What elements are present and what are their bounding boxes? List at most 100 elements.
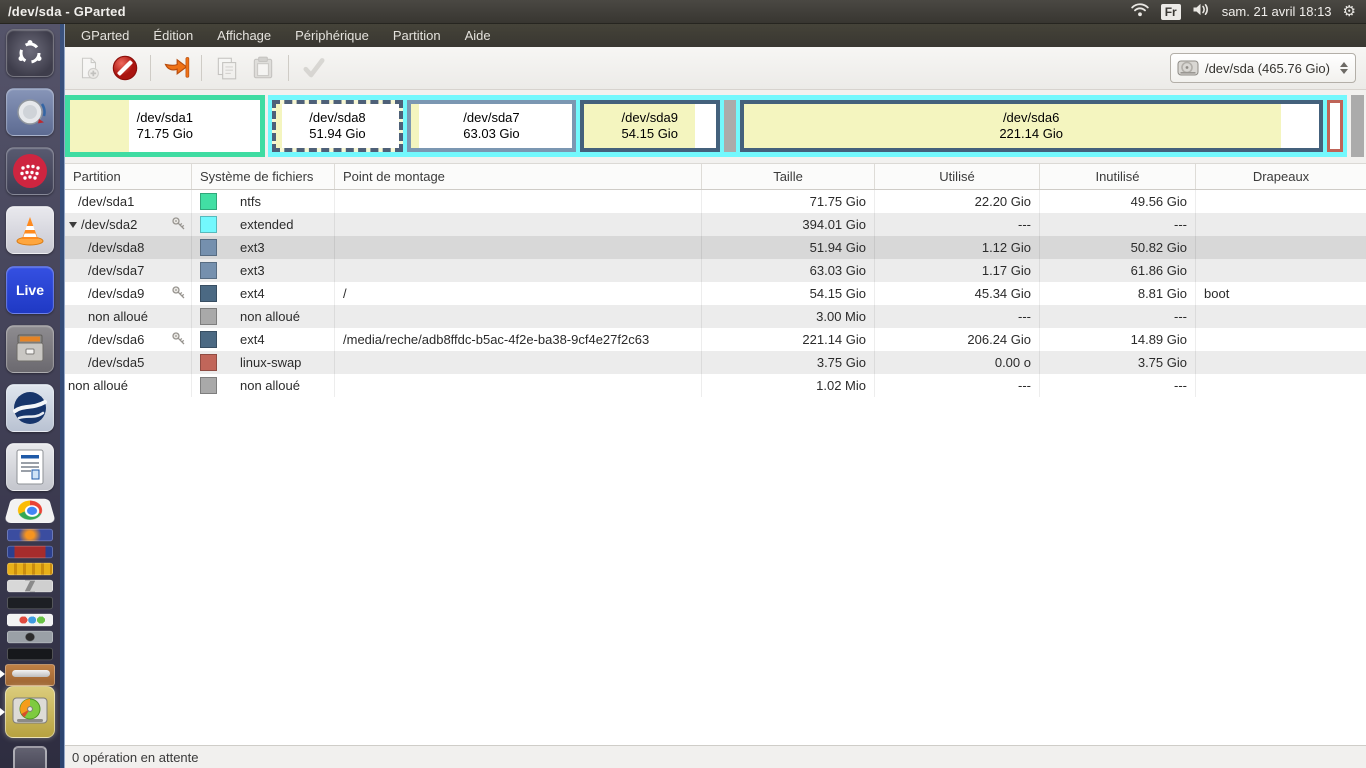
diskbar-segment-sda1[interactable]: /dev/sda1 71.75 Gio [65,95,265,157]
menu-gparted[interactable]: GParted [69,24,141,47]
unused-value: 3.75 Gio [1040,351,1196,374]
table-row-sda5[interactable]: /dev/sda5 linux-swap 3.75 Gio 0.00 o 3.7… [65,351,1366,374]
col-flags[interactable]: Drapeaux [1196,164,1366,189]
device-selector[interactable]: /dev/sda (465.76 Gio) [1169,53,1356,83]
file-cabinet-icon[interactable] [6,325,54,373]
col-mountpoint[interactable]: Point de montage [335,164,702,189]
copy-button[interactable] [209,51,245,85]
vlc-icon[interactable] [6,206,54,254]
gparted-launcher-icon[interactable] [5,686,55,738]
device-selector-value: /dev/sda (465.76 Gio) [1204,60,1330,76]
fs-color-swatch [200,285,217,302]
folded-tool-app-icon[interactable] [7,579,53,593]
folded-app-icon[interactable] [7,647,53,661]
session-gear-icon[interactable]: ⚙ [1343,4,1356,19]
folded-app-icon[interactable] [7,562,53,576]
folded-colors-app-icon[interactable] [7,613,53,627]
fs-color-swatch [200,216,217,233]
diskbar-segment-sda6[interactable]: /dev/sda6 221.14 Gio [739,100,1323,152]
used-value: --- [875,305,1040,328]
clock[interactable]: sam. 21 avril 18:13 [1222,4,1332,19]
segment-name: /dev/sda8 [309,109,366,125]
fs-color-swatch [200,308,217,325]
partition-name: /dev/sda2 [81,217,138,232]
panel-indicators: Fr sam. 21 avril 18:13 ⚙ [1130,2,1366,22]
table-row-unallocated[interactable]: non alloué non alloué 3.00 Mio --- --- [65,305,1366,328]
partition-table: Partition Système de fichiers Point de m… [65,163,1366,397]
table-row-sda1[interactable]: /dev/sda1 ntfs 71.75 Gio 22.20 Gio 49.56… [65,190,1366,213]
unity-launcher: Live [0,24,60,768]
device-selector-spinner[interactable] [1340,62,1348,74]
delete-partition-button[interactable] [107,51,143,85]
menu-edition[interactable]: Édition [141,24,205,47]
menu-partition[interactable]: Partition [381,24,453,47]
col-size[interactable]: Taille [702,164,875,189]
keyboard-layout-indicator[interactable]: Fr [1160,3,1181,20]
used-value: 45.34 Gio [875,282,1040,305]
col-partition[interactable]: Partition [65,164,192,189]
table-row-unallocated[interactable]: non alloué non alloué 1.02 Mio --- --- [65,374,1366,397]
folded-app-icon[interactable] [7,545,53,559]
unused-value: 49.56 Gio [1040,190,1196,213]
new-partition-button[interactable] [71,51,107,85]
desktop: /dev/sda - GParted Fr sam. 21 avril 18:1… [0,0,1366,768]
disk-visual-bar: /dev/sda1 71.75 Gio /dev/sda8 51.94 Gio [65,95,1364,157]
chromium-icon[interactable] [3,498,57,523]
expander-icon[interactable] [69,221,77,228]
flags-value [1196,213,1366,236]
fs-color-swatch [200,262,217,279]
diskbar-segment-unallocated[interactable] [723,100,736,152]
mount-point [335,305,702,328]
folded-audacity-icon[interactable] [7,528,53,542]
dash-home-icon[interactable] [6,29,54,77]
pending-operations-text: 0 opération en attente [72,749,199,765]
libreoffice-writer-icon[interactable] [6,443,54,491]
menu-peripherique[interactable]: Périphérique [283,24,381,47]
fs-name: non alloué [240,378,300,393]
col-used[interactable]: Utilisé [875,164,1040,189]
table-row-sda8[interactable]: /dev/sda8 ext3 51.94 Gio 1.12 Gio 50.82 … [65,236,1366,259]
resize-move-button[interactable] [158,51,194,85]
col-unused[interactable]: Inutilisé [1040,164,1196,189]
apply-operations-button[interactable] [296,51,332,85]
fs-color-swatch [200,354,217,371]
diskbar-segment-sda5[interactable] [1326,100,1343,152]
menubar: GParted Édition Affichage Périphérique P… [65,24,1366,47]
paste-button[interactable] [245,51,281,85]
table-header: Partition Système de fichiers Point de m… [65,163,1366,190]
chromium-logo [16,500,44,520]
google-earth-icon[interactable] [6,384,54,432]
col-filesystem[interactable]: Système de fichiers [192,164,335,189]
menu-affichage[interactable]: Affichage [205,24,283,47]
table-row-sda6[interactable]: /dev/sda6 ext4 /media/reche/adb8ffdc-b5a… [65,328,1366,351]
wifi-icon[interactable] [1130,2,1150,22]
menu-aide[interactable]: Aide [453,24,503,47]
status-bar: 0 opération en attente [65,745,1366,768]
diskbar-segment-unallocated-end[interactable] [1351,95,1364,157]
volume-icon[interactable] [1192,2,1211,22]
dial-app-icon[interactable] [6,88,54,136]
toolbar: /dev/sda (465.76 Gio) [65,47,1366,90]
toolbox-app-icon[interactable] [5,664,55,686]
partition-name: /dev/sda1 [78,194,135,209]
unused-value: --- [1040,374,1196,397]
table-row-sda2[interactable]: /dev/sda2 extended 394.01 Gio --- --- [65,213,1366,236]
used-value: 206.24 Gio [875,328,1040,351]
table-row-sda7[interactable]: /dev/sda7 ext3 63.03 Gio 1.17 Gio 61.86 … [65,259,1366,282]
segment-size: 71.75 Gio [136,126,193,141]
flags-value [1196,305,1366,328]
fs-name: ext3 [240,263,265,278]
folded-terminal-icon[interactable] [7,596,53,610]
red-dots-app-icon[interactable] [6,147,54,195]
unused-value: 50.82 Gio [1040,236,1196,259]
diskbar-segment-sda9[interactable]: /dev/sda9 54.15 Gio [579,100,720,152]
diskbar-segment-sda8-selected[interactable]: /dev/sda8 51.94 Gio [271,100,404,152]
folded-camera-app-icon[interactable] [7,630,53,644]
diskbar-segment-sda7[interactable]: /dev/sda7 63.03 Gio [407,100,576,152]
diskbar-extended-sda2[interactable]: /dev/sda8 51.94 Gio /dev/sda7 63.03 Gio [267,95,1348,157]
live-app-icon[interactable]: Live [6,266,54,314]
mount-point: /media/reche/adb8ffdc-b5ac-4f2e-ba38-9cf… [335,328,702,351]
trash-icon[interactable] [13,746,47,768]
size-value: 1.02 Mio [702,374,875,397]
table-row-sda9[interactable]: /dev/sda9 ext4 / 54.15 Gio 45.34 Gio 8.8… [65,282,1366,305]
